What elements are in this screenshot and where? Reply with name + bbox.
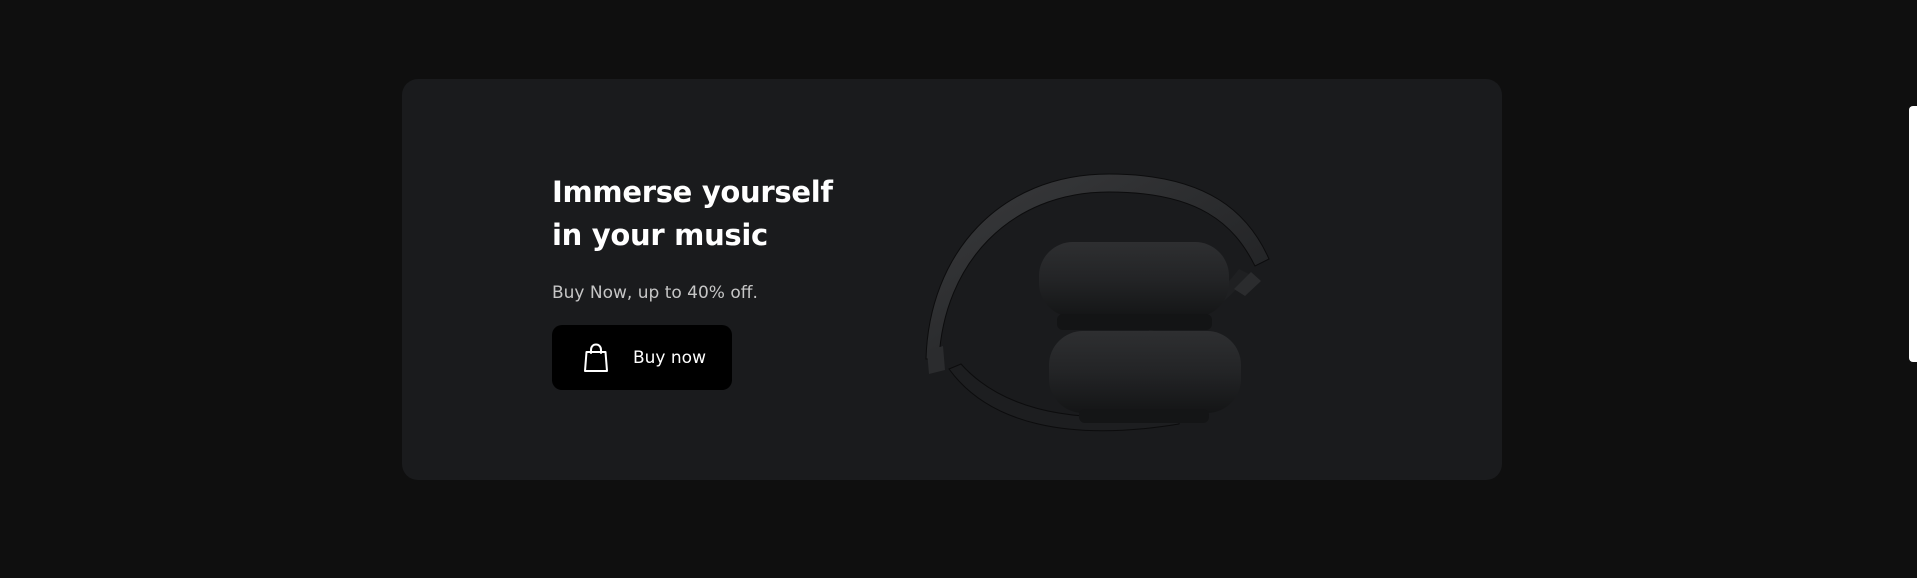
headphones-image <box>925 173 1270 432</box>
promo-card: Immerse yourself in your music Buy Now, … <box>402 79 1502 480</box>
scrollbar-thumb[interactable] <box>1909 106 1917 362</box>
shopping-bag-icon <box>582 342 610 374</box>
buy-now-label: Buy now <box>633 347 706 368</box>
buy-now-button[interactable]: Buy now <box>552 325 732 390</box>
promo-title: Immerse yourself in your music <box>552 175 833 252</box>
promo-subtitle: Buy Now, up to 40% off. <box>552 283 758 303</box>
page: Immerse yourself in your music Buy Now, … <box>0 0 1917 578</box>
